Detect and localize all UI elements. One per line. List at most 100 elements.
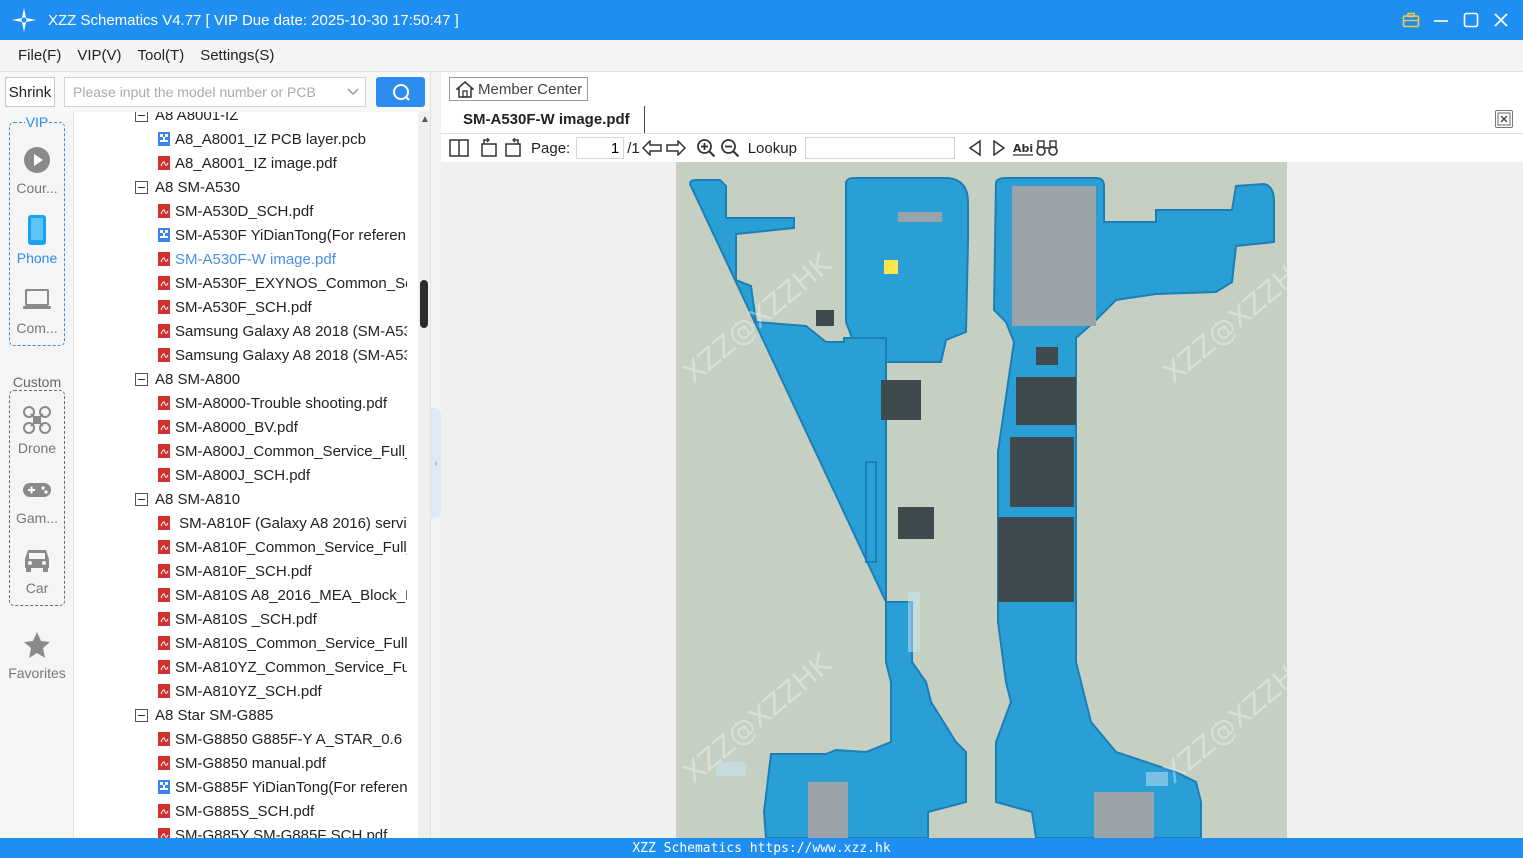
tree-file-pcb[interactable]: A8_A8001_IZ PCB layer.pcb: [74, 127, 407, 151]
tree-file-pdf[interactable]: SM-A800J_SCH.pdf: [74, 463, 407, 487]
tree-file-pcb[interactable]: SM-A530F YiDianTong(For referen: [74, 223, 407, 247]
sidebar-item-car[interactable]: Car: [0, 542, 74, 612]
menu-file[interactable]: File(F): [18, 47, 61, 64]
tree-file-pdf[interactable]: SM-G885Y SM-G885F SCH.pdf: [74, 823, 407, 838]
scroll-thumb[interactable]: [420, 280, 428, 328]
tree-scrollbar[interactable]: ▲: [418, 112, 430, 838]
pdf-file-icon: [157, 539, 171, 555]
tree-file-pdf[interactable]: SM-A530F-W image.pdf: [74, 247, 407, 271]
zoom-out-icon[interactable]: [718, 136, 742, 160]
collapse-toggle-icon[interactable]: [135, 180, 148, 194]
collapse-toggle-icon[interactable]: [135, 492, 148, 506]
tree-file-pdf[interactable]: SM-A810F_Common_Service_Full_S: [74, 535, 407, 559]
close-tabs-icon[interactable]: [1495, 110, 1513, 128]
rotate-right-icon[interactable]: [501, 136, 525, 160]
tree-file-pdf[interactable]: A8_A8001_IZ image.pdf: [74, 151, 407, 175]
menu-vip[interactable]: VIP(V): [77, 47, 121, 64]
tree-file-pdf[interactable]: Samsung Galaxy A8 2018 (SM-A53: [74, 319, 407, 343]
pdf-toolbar: Page: /1 Lookup Abi: [441, 134, 1523, 162]
pcb-board-image[interactable]: XZZ@XZZHK XZZ@XZZHK XZZ@XZZHK XZZ@XZZHK: [676, 162, 1287, 838]
sidebar-item-games[interactable]: Gam...: [0, 472, 74, 542]
page-number-input[interactable]: [576, 137, 625, 159]
tree-file-pdf[interactable]: SM-G8850 manual.pdf: [74, 751, 407, 775]
sidebar-item-computer[interactable]: Com...: [0, 282, 74, 352]
tree-file-pdf[interactable]: Samsung Galaxy A8 2018 (SM-A53: [74, 343, 407, 367]
search-next-icon[interactable]: [987, 136, 1011, 160]
tree-file-pdf[interactable]: SM-A810S A8_2016_MEA_Block_Di: [74, 583, 407, 607]
arrow-right-icon[interactable]: [664, 136, 688, 160]
custom-group-title: Custom: [11, 374, 63, 390]
tree-folder[interactable]: A8 Star SM-G885: [74, 703, 407, 727]
tree-item-label: SM-A530F YiDianTong(For referen: [175, 226, 406, 244]
tree-file-pdf[interactable]: SM-A8000-Trouble shooting.pdf: [74, 391, 407, 415]
rotate-left-icon[interactable]: [477, 136, 501, 160]
tree-item-label: SM-A810YZ_SCH.pdf: [175, 682, 322, 700]
tree-file-pdf[interactable]: SM-A530F_SCH.pdf: [74, 295, 407, 319]
sidebar-item-label: Car: [25, 580, 49, 596]
sidebar-item-favorites[interactable]: Favorites: [0, 627, 74, 697]
sidebar-item-label: Cour...: [16, 180, 58, 196]
menu-tool[interactable]: Tool(T): [138, 47, 185, 64]
tree-file-pdf[interactable]: SM-A530F_EXYNOS_Common_Serv: [74, 271, 407, 295]
tree-file-pdf[interactable]: SM-G885S_SCH.pdf: [74, 799, 407, 823]
tree-file-pdf[interactable]: SM-A800J_Common_Service_Full_S: [74, 439, 407, 463]
member-center-button[interactable]: Member Center: [449, 77, 588, 101]
binoculars-icon[interactable]: [1035, 136, 1059, 160]
sidebar-item-phone[interactable]: Phone: [0, 212, 74, 282]
star-icon: [21, 629, 53, 661]
chevron-down-icon[interactable]: [341, 78, 365, 106]
arrow-left-icon[interactable]: [640, 136, 664, 160]
tree-file-pdf[interactable]: SM-A810S_Common_Service_Full_S: [74, 631, 407, 655]
maximize-button[interactable]: [1459, 8, 1483, 32]
right-header: Member Center: [441, 72, 1523, 106]
tree-file-pdf[interactable]: SM-A8000_BV.pdf: [74, 415, 407, 439]
tree-folder[interactable]: A8 SM-A530: [74, 175, 407, 199]
tree-file-pdf[interactable]: SM-A810F (Galaxy A8 2016) servic: [74, 511, 407, 535]
document-tabs: SM-A530F-W image.pdf: [441, 106, 1523, 134]
tree-file-pdf[interactable]: SM-A810YZ_SCH.pdf: [74, 679, 407, 703]
dual-page-icon[interactable]: [447, 136, 471, 160]
tree-item-label: SM-A530F_SCH.pdf: [175, 298, 312, 316]
tree-item-label: SM-A8000-Trouble shooting.pdf: [175, 394, 388, 412]
collapse-toggle-icon[interactable]: [135, 708, 148, 722]
tree-file-pdf[interactable]: SM-A530D_SCH.pdf: [74, 199, 407, 223]
tree-file-pdf[interactable]: SM-A810F_SCH.pdf: [74, 559, 407, 583]
tree-file-pdf[interactable]: SM-A810S _SCH.pdf: [74, 607, 407, 631]
collapse-toggle-icon[interactable]: [135, 112, 148, 122]
minimize-button[interactable]: [1429, 8, 1453, 32]
search-row: Shrink: [0, 72, 430, 112]
category-sidebar: VIP Cour... Phone Com... Custom Drone Ga…: [0, 112, 74, 838]
shrink-button[interactable]: Shrink: [5, 77, 55, 107]
tree-folder[interactable]: A8 SM-A810: [74, 487, 407, 511]
sidebar-item-drone[interactable]: Drone: [0, 402, 74, 472]
tree-item-label: SM-G885F YiDianTong(For referen: [175, 778, 407, 796]
search-input[interactable]: [65, 78, 341, 106]
search-prev-icon[interactable]: [963, 136, 987, 160]
pdf-viewer[interactable]: XZZ@XZZHK XZZ@XZZHK XZZ@XZZHK XZZ@XZZHK: [441, 162, 1523, 838]
pdf-file-icon: [157, 515, 171, 531]
tree-file-pdf[interactable]: SM-A810YZ_Common_Service_Full_: [74, 655, 407, 679]
search-button[interactable]: [376, 77, 425, 107]
match-case-icon[interactable]: Abi: [1011, 136, 1035, 160]
scroll-up-icon[interactable]: ▲: [420, 114, 430, 125]
lookup-input[interactable]: [804, 137, 955, 159]
close-button[interactable]: [1489, 8, 1513, 32]
tree-item-label: SM-A810S A8_2016_MEA_Block_Di: [175, 586, 407, 604]
tree-folder[interactable]: A8 A8001-IZ: [74, 112, 407, 127]
laptop-icon: [21, 284, 53, 316]
tree-file-pcb[interactable]: SM-G885F YiDianTong(For referen: [74, 775, 407, 799]
collapse-handle[interactable]: ‹: [431, 408, 441, 518]
menu-settings[interactable]: Settings(S): [200, 47, 274, 64]
tree-folder[interactable]: A8 SM-A800: [74, 367, 407, 391]
tab-active-document[interactable]: SM-A530F-W image.pdf: [449, 106, 645, 133]
sidebar-item-course[interactable]: Cour...: [0, 142, 74, 212]
tree-file-pdf[interactable]: SM-G8850 G885F-Y A_STAR_0.6 im: [74, 727, 407, 751]
tree-item-label: SM-G8850 manual.pdf: [175, 754, 326, 772]
vip-group-title: VIP: [24, 114, 50, 130]
zoom-in-icon[interactable]: [694, 136, 718, 160]
collapse-toggle-icon[interactable]: [135, 372, 148, 386]
sidebar-item-label: Gam...: [15, 510, 58, 526]
panel-splitter[interactable]: ‹: [430, 72, 441, 838]
briefcase-icon[interactable]: [1399, 8, 1423, 32]
tree-item-label: A8 SM-A800: [155, 370, 241, 388]
